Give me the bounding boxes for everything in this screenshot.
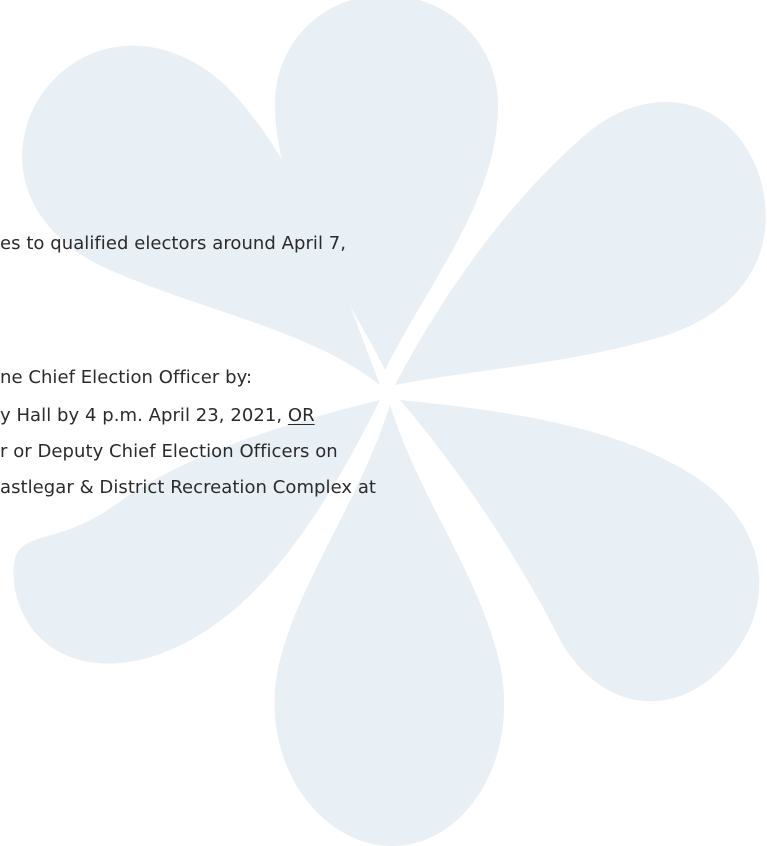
text-line-deputy-officers: r or Deputy Chief Election Officers on [0, 441, 338, 462]
or-underlined: OR [287, 405, 315, 426]
text-line-city-hall-text: y Hall by 4 p.m. April 23, 2021, [0, 405, 288, 426]
text-line-recreation-complex: astlegar & District Recreation Complex a… [0, 477, 377, 498]
text-line-electors: es to qualified electors around April 7, [0, 233, 347, 254]
text-line-city-hall: y Hall by 4 p.m. April 23, 2021, OR [0, 404, 315, 428]
text-line-chief-election-officer: ne Chief Election Officer by: [0, 367, 253, 388]
